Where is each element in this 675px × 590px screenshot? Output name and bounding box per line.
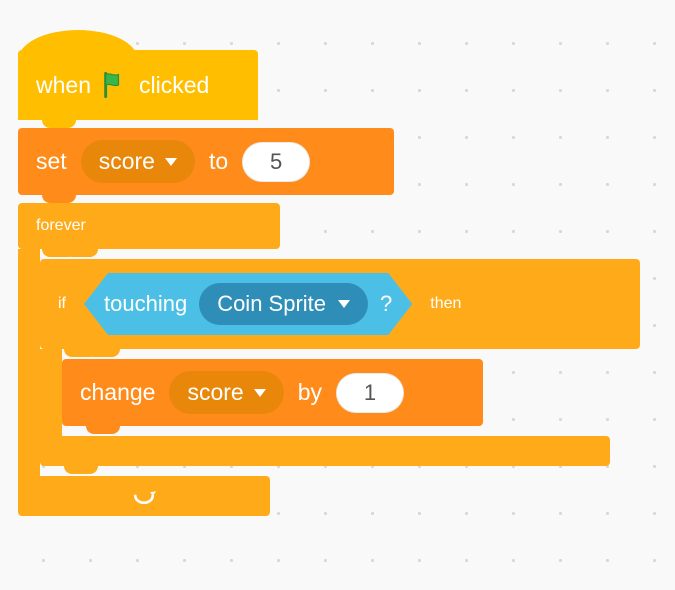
variable-dropdown[interactable]: score: [81, 140, 195, 183]
block-stack: when clicked set score to 5 forever: [18, 30, 640, 516]
forever-block[interactable]: forever if touching Coin Sprite: [18, 203, 640, 516]
number-input[interactable]: 5: [242, 142, 310, 182]
hat-prefix: when: [36, 72, 91, 99]
touching-target-dropdown[interactable]: Coin Sprite: [199, 283, 368, 325]
touching-label: touching: [104, 291, 187, 317]
variable-name: score: [99, 148, 155, 175]
chevron-down-icon: [338, 300, 350, 308]
change-op-label: change: [80, 379, 155, 406]
then-label: then: [430, 295, 461, 313]
if-then-block[interactable]: if touching Coin Sprite ? then: [40, 259, 640, 466]
green-flag-icon: [101, 71, 129, 99]
touching-suffix: ?: [380, 291, 392, 317]
set-mid-label: to: [209, 148, 228, 175]
change-variable-name: score: [187, 379, 243, 406]
set-value: 5: [270, 149, 282, 175]
set-op-label: set: [36, 148, 67, 175]
set-variable-block[interactable]: set score to 5: [18, 128, 394, 195]
change-variable-block[interactable]: change score by 1: [62, 359, 483, 426]
variable-dropdown[interactable]: score: [169, 371, 283, 414]
touching-target: Coin Sprite: [217, 291, 326, 317]
hat-when-flag-clicked[interactable]: when clicked: [18, 50, 258, 120]
if-label: if: [58, 295, 66, 313]
chevron-down-icon: [165, 158, 177, 166]
loop-arrow-icon: [130, 483, 158, 510]
hat-suffix: clicked: [139, 72, 209, 99]
forever-label: forever: [36, 217, 86, 235]
touching-reporter[interactable]: touching Coin Sprite ?: [84, 273, 412, 335]
change-mid-label: by: [298, 379, 322, 406]
chevron-down-icon: [254, 389, 266, 397]
change-value: 1: [364, 380, 376, 406]
number-input[interactable]: 1: [336, 373, 404, 413]
